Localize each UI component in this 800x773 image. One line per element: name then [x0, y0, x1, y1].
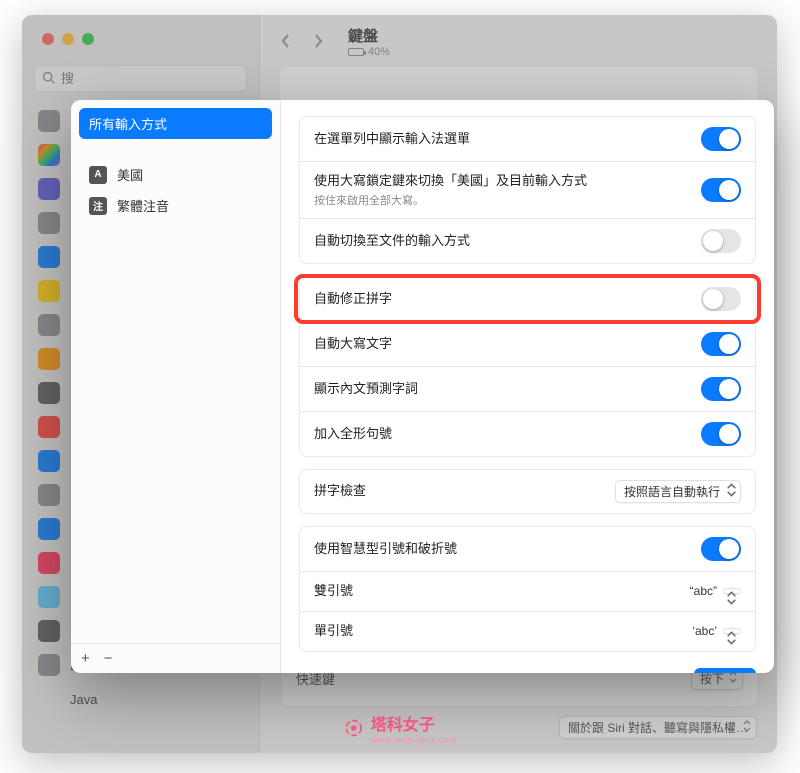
single-quote-popup[interactable] [723, 628, 741, 634]
row-auto-switch-doc: 自動切換至文件的輸入方式 [300, 218, 755, 263]
double-quote-popup[interactable] [723, 588, 741, 594]
source-label: 美國 [117, 165, 143, 184]
toggle-show-input-menu[interactable] [701, 127, 741, 151]
watermark: 塔科女子 www.tech-girlz.com [343, 711, 458, 745]
toggle-predictive-text[interactable] [701, 377, 741, 401]
toggle-auto-capitalize[interactable] [701, 332, 741, 356]
remove-source-button[interactable]: − [104, 650, 113, 667]
spell-check-popup[interactable]: 按照語言自動執行 [615, 480, 741, 503]
done-button[interactable]: 完成 [694, 668, 756, 673]
row-predictive-text: 顯示內文預測字詞 [300, 366, 755, 411]
row-show-input-menu: 在選單列中顯示輸入法選單 [300, 117, 755, 161]
watermark-url: www.tech-girlz.com [371, 735, 458, 745]
row-smart-quotes: 使用智慧型引號和破折號 [300, 527, 755, 571]
keyboard-zhuyin-icon: 注 [89, 197, 107, 215]
toggle-smart-quotes[interactable] [701, 537, 741, 561]
row-caps-lock-switch: 使用大寫鎖定鍵來切換「美國」及目前輸入方式 按住來啟用全部大寫。 [300, 161, 755, 218]
source-edit-footer: + − [71, 643, 280, 673]
source-label: 繁體注音 [117, 196, 169, 215]
keyboard-a-icon: A [89, 166, 107, 184]
input-source-us[interactable]: A 美國 [79, 159, 272, 190]
input-sources-sheet: 所有輸入方式 A 美國 注 繁體注音 + − 在選單列中顯示輸入法選單 使用大寫… [71, 100, 774, 673]
row-spell-check: 拼字檢查 按照語言自動執行 [300, 470, 755, 513]
row-auto-correct: 自動修正拼字 [300, 277, 755, 321]
row-auto-capitalize: 自動大寫文字 [300, 321, 755, 366]
row-fullwidth-period: 加入全形句號 [300, 411, 755, 456]
row-single-quote: 單引號 ‘abc’ [300, 611, 755, 651]
logo-icon [343, 717, 365, 739]
sheet-sidebar: 所有輸入方式 A 美國 注 繁體注音 + − [71, 100, 281, 673]
toggle-auto-correct[interactable] [701, 287, 741, 311]
toggle-caps-lock-switch[interactable] [701, 178, 741, 202]
all-input-methods[interactable]: 所有輸入方式 [79, 108, 272, 139]
sheet-main: 在選單列中顯示輸入法選單 使用大寫鎖定鍵來切換「美國」及目前輸入方式 按住來啟用… [281, 100, 774, 673]
row-double-quote: 雙引號 “abc” [300, 571, 755, 611]
input-source-zhuyin[interactable]: 注 繁體注音 [79, 190, 272, 221]
toggle-auto-switch-doc[interactable] [701, 229, 741, 253]
toggle-fullwidth-period[interactable] [701, 422, 741, 446]
watermark-text: 塔科女子 [371, 711, 458, 735]
add-source-button[interactable]: + [81, 650, 90, 667]
